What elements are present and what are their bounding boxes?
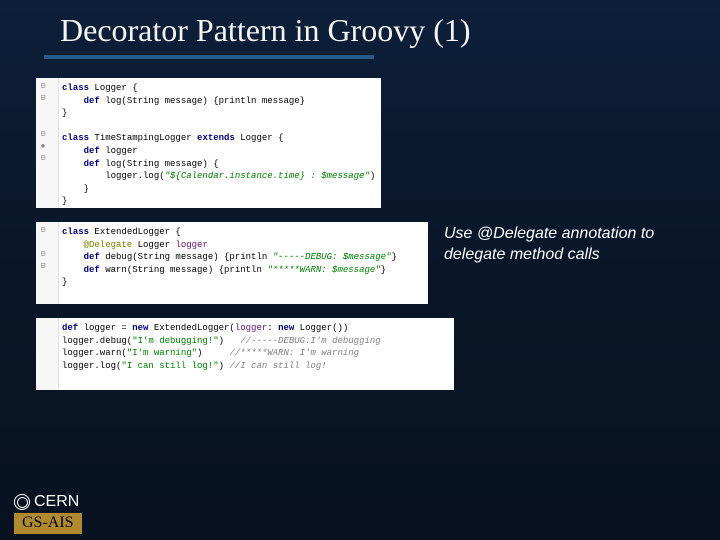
str: "${Calendar.instance.time} : $message" — [165, 171, 370, 181]
fold-icon: ⊟ — [38, 82, 48, 92]
str: "I'm warning" — [127, 348, 197, 358]
footer-cern: CERN — [14, 493, 104, 511]
blank-icon — [38, 238, 48, 248]
code-panel-2: ⊟ ⊟ ⊟ class ExtendedLogger { @Delegate L… — [36, 222, 428, 304]
kw: extends — [197, 133, 235, 143]
fld: logger — [175, 240, 207, 250]
str: "-----DEBUG: $message" — [273, 252, 392, 262]
t: Logger()) — [294, 323, 348, 333]
code-panel-1: ⊟ ⊟ ⊟ ● ⊟ class Logger { def log(String … — [36, 78, 381, 208]
t: } — [391, 252, 396, 262]
kw: def — [62, 96, 100, 106]
kw: new — [278, 323, 294, 333]
fold-icon: ⊟ — [38, 94, 48, 104]
cmt: //-----DEBUG:I'm debugging — [240, 336, 380, 346]
t: logger.warn( — [62, 348, 127, 358]
t: logger — [100, 146, 138, 156]
cmt: //*****WARN: I'm warning — [229, 348, 359, 358]
footer: CERN GS-AIS — [14, 493, 104, 534]
t: debug(String message) {println — [100, 252, 273, 262]
blank-icon — [38, 118, 48, 128]
code-body-1: class Logger { def log(String message) {… — [62, 82, 377, 208]
kw: def — [62, 323, 78, 333]
t: ) — [197, 348, 229, 358]
t: ExtendedLogger { — [89, 227, 181, 237]
kw: def — [62, 159, 100, 169]
str: "I can still log!" — [121, 361, 218, 371]
code-body-3: def logger = new ExtendedLogger(logger: … — [62, 322, 450, 372]
t: Logger — [132, 240, 175, 250]
callout-text: Use @Delegate annotation to delegate met… — [444, 224, 674, 266]
fold-icon: ⊟ — [38, 130, 48, 140]
t: logger.debug( — [62, 336, 132, 346]
kw: class — [62, 133, 89, 143]
t: ) — [370, 171, 375, 181]
fold-icon: ⊟ — [38, 262, 48, 272]
title-underline — [44, 55, 374, 59]
t: Logger { — [235, 133, 284, 143]
fold-icon: ⊟ — [38, 154, 48, 164]
kw: class — [62, 83, 89, 93]
slide-title: Decorator Pattern in Groovy (1) — [0, 0, 720, 55]
t: : — [267, 323, 278, 333]
t: warn(String message) {println — [100, 265, 267, 275]
str: "I'm debugging!" — [132, 336, 218, 346]
t: logger.log( — [62, 361, 121, 371]
t: } — [62, 108, 67, 118]
cern-logo-icon — [14, 494, 30, 510]
gutter-icons: ⊟ ⊟ ⊟ — [38, 226, 48, 272]
fld: logger — [235, 323, 267, 333]
t: ) — [219, 361, 230, 371]
gutter — [36, 318, 59, 390]
t: } — [62, 196, 67, 206]
code-body-2: class ExtendedLogger { @Delegate Logger … — [62, 226, 424, 289]
t: log(String message) { — [100, 159, 219, 169]
footer-org-label: CERN — [34, 493, 79, 511]
t: TimeStampingLogger — [89, 133, 197, 143]
fold-icon: ⊟ — [38, 226, 48, 236]
t: Logger { — [89, 83, 138, 93]
t: ExtendedLogger( — [148, 323, 234, 333]
str: "*****WARN: $message" — [267, 265, 380, 275]
gutter-icons: ⊟ ⊟ ⊟ ● ⊟ — [38, 82, 48, 164]
kw: new — [132, 323, 148, 333]
t: } — [62, 277, 67, 287]
kw: class — [62, 227, 89, 237]
footer-dept-label: GS-AIS — [14, 513, 82, 534]
cmt: //I can still log! — [229, 361, 326, 371]
code-panel-3: def logger = new ExtendedLogger(logger: … — [36, 318, 454, 390]
t: logger.log( — [62, 171, 165, 181]
kw: def — [62, 252, 100, 262]
t: logger = — [78, 323, 132, 333]
t: } — [381, 265, 386, 275]
t: ) — [219, 336, 241, 346]
override-icon: ● — [38, 142, 48, 152]
anno: @Delegate — [62, 240, 132, 250]
t: log(String message) {println message} — [100, 96, 305, 106]
blank-icon — [38, 106, 48, 116]
kw: def — [62, 146, 100, 156]
fold-icon: ⊟ — [38, 250, 48, 260]
kw: def — [62, 265, 100, 275]
t: } — [62, 184, 89, 194]
